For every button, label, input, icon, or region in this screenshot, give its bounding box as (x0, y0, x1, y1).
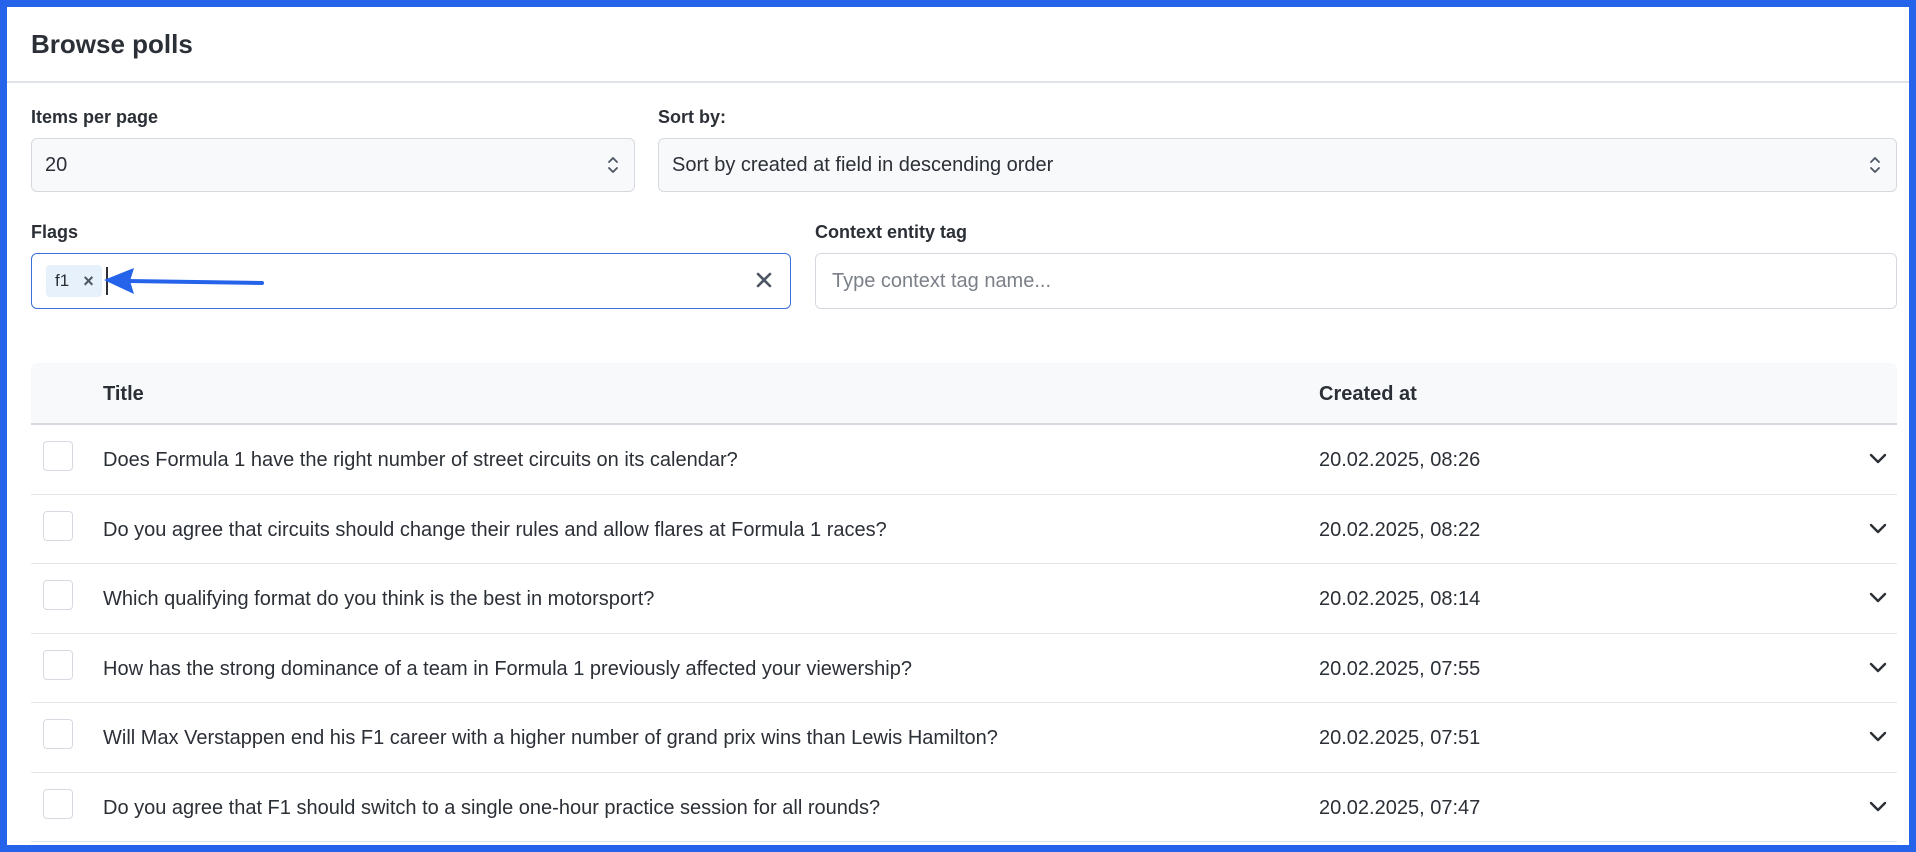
row-checkbox[interactable] (43, 580, 73, 610)
browse-polls-panel: Browse polls Items per page 20 Sort by: … (7, 7, 1909, 845)
table-row: Does Formula 1 have the right number of … (31, 425, 1897, 495)
column-header-title[interactable]: Title (103, 383, 144, 406)
page-header: Browse polls (7, 7, 1909, 83)
row-title[interactable]: Do you agree that circuits should change… (103, 519, 887, 542)
row-title[interactable]: Will Max Verstappen end his F1 career wi… (103, 727, 998, 750)
table-row: Do you agree that circuits should change… (31, 495, 1897, 564)
chevron-down-icon[interactable] (1867, 517, 1889, 539)
sort-by-label: Sort by: (658, 107, 727, 127)
chevron-down-icon[interactable] (1867, 586, 1889, 608)
row-title[interactable]: Do you agree that F1 should switch to a … (103, 797, 880, 820)
flag-chip-label: f1 (55, 271, 70, 290)
chevron-down-icon[interactable] (1867, 795, 1889, 817)
sort-by-value: Sort by created at field in descending o… (672, 153, 1054, 176)
context-tag-input[interactable] (815, 253, 1897, 309)
table-row: Will Max Verstappen end his F1 career wi… (31, 703, 1897, 773)
table-row: Do you agree that F1 should switch to a … (31, 773, 1897, 842)
row-created-at: 20.02.2025, 08:26 (1319, 449, 1481, 471)
row-checkbox[interactable] (43, 510, 73, 541)
row-created-at: 20.02.2025, 08:22 (1319, 518, 1481, 541)
chevron-down-icon[interactable] (1867, 656, 1889, 678)
row-title[interactable]: How has the strong dominance of a team i… (103, 658, 912, 681)
chevron-up-down-icon (1870, 157, 1880, 173)
items-per-page-value: 20 (45, 153, 68, 176)
polls-table: Title Created at Does Formula 1 have the… (31, 363, 1897, 842)
row-created-at: 20.02.2025, 07:47 (1319, 796, 1481, 819)
row-title[interactable]: Does Formula 1 have the right number of … (103, 449, 738, 472)
chevron-down-icon[interactable] (1867, 725, 1889, 747)
row-checkbox[interactable] (43, 649, 73, 680)
row-created-at: 20.02.2025, 08:14 (1319, 588, 1481, 610)
column-header-created-at[interactable]: Created at (1319, 383, 1417, 406)
flags-label: Flags (31, 222, 79, 242)
clear-icon[interactable] (754, 270, 774, 290)
table-row: How has the strong dominance of a team i… (31, 634, 1897, 703)
arrow-left-icon (104, 268, 264, 294)
row-checkbox[interactable] (43, 788, 73, 819)
row-checkbox[interactable] (43, 719, 73, 749)
items-per-page-label: Items per page (31, 107, 159, 127)
row-checkbox[interactable] (43, 441, 73, 471)
page-title: Browse polls (31, 28, 193, 59)
items-per-page-select[interactable]: 20 (31, 138, 635, 192)
table-header: Title Created at (31, 363, 1897, 425)
chevron-down-icon[interactable] (1867, 447, 1889, 469)
context-tag-label: Context entity tag (815, 222, 968, 242)
table-row: Which qualifying format do you think is … (31, 564, 1897, 634)
row-title[interactable]: Which qualifying format do you think is … (103, 588, 654, 611)
row-created-at: 20.02.2025, 07:51 (1319, 727, 1481, 749)
sort-by-select[interactable]: Sort by created at field in descending o… (658, 138, 1897, 192)
chevron-up-down-icon (608, 157, 618, 173)
row-created-at: 20.02.2025, 07:55 (1319, 657, 1481, 680)
flag-chip: f1 × (46, 265, 102, 297)
close-icon[interactable]: × (83, 271, 94, 292)
